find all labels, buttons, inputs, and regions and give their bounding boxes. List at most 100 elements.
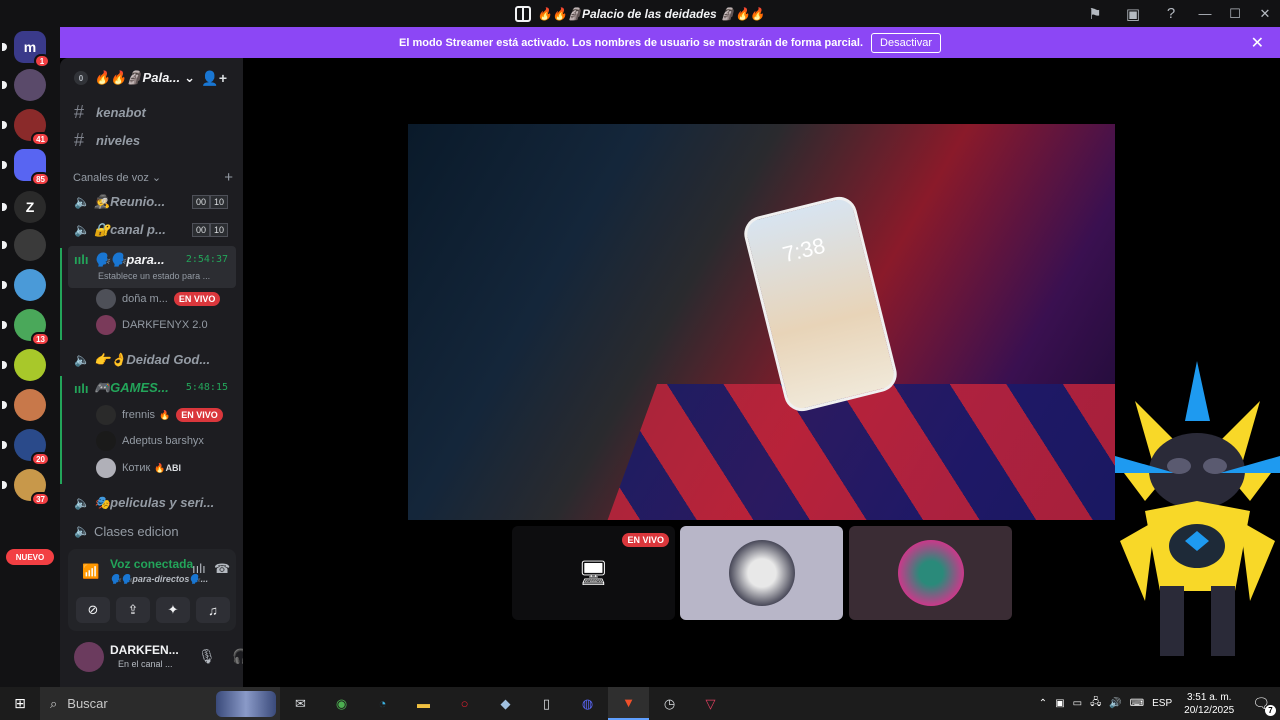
minimize-icon[interactable]: —	[1190, 0, 1220, 27]
notes-icon[interactable]: ◆	[485, 687, 526, 720]
chrome-icon[interactable]: ◉	[321, 687, 362, 720]
screen-share-icon[interactable]: ▣	[1114, 0, 1152, 27]
server-icon[interactable]: 85	[2, 149, 50, 186]
mention-badge: 41	[31, 132, 50, 146]
app-icon[interactable]: ▽	[690, 687, 731, 720]
edge-icon[interactable]: ◔	[362, 687, 403, 720]
hash-icon: #	[74, 101, 85, 122]
server-icon[interactable]	[2, 269, 46, 301]
unread-indicator	[2, 203, 7, 211]
windows-start-icon[interactable]: ⊞	[0, 695, 40, 712]
deactivate-button[interactable]: Desactivar	[871, 32, 941, 53]
stream-thumbnail-user[interactable]	[680, 526, 843, 620]
voice-user[interactable]: Adeptus barshyx	[96, 429, 236, 453]
voice-user[interactable]: frennis 🔥 EN VIVO	[96, 403, 236, 427]
microphone-icon[interactable]: 🎙	[198, 648, 216, 665]
help-icon[interactable]: ?	[1152, 0, 1190, 27]
voice-channel-games[interactable]: ıılı 🎮GAMES... 5:48:15	[68, 374, 236, 402]
channel-name: niveles	[96, 132, 141, 148]
taskbar-search[interactable]: ⌕ Buscar	[40, 687, 280, 720]
user-count: 00	[191, 195, 210, 209]
notification-icon[interactable]: 🗨 7	[1242, 695, 1280, 716]
user-name[interactable]: DARKFEN...	[110, 643, 179, 657]
unread-indicator	[2, 481, 7, 489]
user-limit-badge: 00 10	[191, 195, 228, 209]
unread-indicator	[2, 121, 7, 129]
voice-channel-clases[interactable]: 🔈 Clases edicion	[68, 517, 236, 545]
voice-channel-active[interactable]: ıılı 🗣️🗣️para... 2:54:37 Establece un es…	[68, 246, 236, 288]
server-icon[interactable]: 37	[2, 469, 50, 506]
speedtest-icon[interactable]: ◷	[649, 687, 690, 720]
tray-app-icon[interactable]: ▣	[1051, 698, 1068, 709]
noise-suppression-icon[interactable]: ıılı	[192, 561, 206, 576]
voice-active-icon: ıılı	[74, 252, 89, 267]
server-icon[interactable]	[2, 229, 46, 261]
user-limit-badge: 00 10	[191, 223, 228, 237]
maximize-icon[interactable]: ☐	[1220, 0, 1250, 27]
close-icon[interactable]: ✕	[1250, 0, 1280, 27]
disconnect-icon[interactable]: ☎	[214, 561, 230, 577]
volume-icon[interactable]: 🔊	[1105, 698, 1125, 709]
video-phone: 7:38	[740, 193, 901, 415]
activities-button[interactable]: ✦	[156, 597, 190, 623]
clock-time: 3:51 a. m.	[1186, 691, 1232, 703]
voice-channel-reunion[interactable]: 🔈 🕵️Reunio... 00 10	[68, 188, 236, 216]
server-icon[interactable]	[2, 389, 46, 421]
voice-channel-peliculas[interactable]: 🔈 🎭peliculas y seri...	[68, 489, 236, 517]
screen-share-button[interactable]: ⇪	[116, 597, 150, 623]
voice-status-text[interactable]: Establece un estado para ...	[98, 271, 210, 281]
voice-category-label: Canales de voz	[73, 171, 149, 184]
network-icon[interactable]: 🖧	[1086, 695, 1105, 712]
channel-niveles[interactable]: # niveles	[68, 126, 236, 154]
server-icon[interactable]: m1	[2, 31, 50, 68]
signal-icon[interactable]: 📶	[82, 563, 99, 580]
live-badge: EN VIVO	[622, 533, 669, 547]
mention-badge: 1	[34, 54, 50, 68]
add-channel-icon[interactable]: +	[224, 169, 233, 186]
avatar	[728, 540, 795, 606]
language-indicator[interactable]: ESP	[1148, 698, 1176, 709]
voice-channel-canal[interactable]: 🔈 🔐canal p... 00 10	[68, 216, 236, 244]
add-user-icon[interactable]: 👤+	[201, 70, 227, 87]
file-explorer-icon[interactable]: ▬	[403, 687, 444, 720]
guild-name: 🔥🔥🗿Pala...	[94, 70, 181, 85]
battery-icon[interactable]: ▭	[1069, 698, 1086, 709]
server-icon[interactable]: Z	[2, 191, 46, 223]
voice-user[interactable]: Котик 🔥ABI	[96, 456, 236, 480]
voice-category-header[interactable]: Canales de voz ⌄ +	[73, 169, 233, 186]
guild-header[interactable]: 0 🔥🔥🗿Pala... ⌄ 👤+	[60, 58, 243, 98]
voice-user[interactable]: DARKFENYX 2.0	[96, 313, 236, 337]
keyboard-icon[interactable]: ⌨	[1126, 698, 1148, 709]
camera-off-button[interactable]: ⊘	[76, 597, 110, 623]
stream-video[interactable]: 7:38	[408, 124, 1115, 520]
unread-indicator	[2, 241, 7, 249]
server-icon[interactable]	[2, 69, 46, 101]
video-checker-floor	[598, 384, 1115, 520]
avatar[interactable]	[74, 642, 104, 672]
server-icon[interactable]: 41	[2, 109, 50, 146]
stream-thumbnail-screen[interactable]: 🖥 EN VIVO	[512, 526, 675, 620]
tray-expand-icon[interactable]: ⌃	[1035, 698, 1051, 709]
stream-thumbnail-user[interactable]	[849, 526, 1012, 620]
server-icon[interactable]	[2, 349, 46, 381]
server-icon[interactable]: 13	[2, 309, 50, 346]
server-icon[interactable]: 20	[2, 429, 50, 466]
voice-user[interactable]: doña m... EN VIVO	[96, 287, 236, 311]
unread-indicator	[2, 361, 7, 369]
mail-icon[interactable]: ✉	[280, 687, 321, 720]
voice-connected-status[interactable]: Voz conectada	[110, 557, 193, 571]
opera-icon[interactable]: ○	[444, 687, 485, 720]
document-icon[interactable]: ▯	[526, 687, 567, 720]
channel-kenabot[interactable]: # kenabot	[68, 98, 236, 126]
brave-icon[interactable]: ▼	[608, 687, 649, 720]
voice-channel-name: 👉👌Deidad God...	[94, 352, 211, 367]
soundboard-button[interactable]: ♫	[196, 597, 230, 623]
taskbar-apps: ✉ ◉ ◔ ▬ ○ ◆ ▯ ◍ ▼ ◷ ▽	[280, 687, 731, 720]
new-server-badge[interactable]: NUEVO	[6, 549, 54, 565]
discord-taskbar-icon[interactable]: ◍	[567, 687, 608, 720]
close-banner-icon[interactable]: ✕	[1251, 33, 1264, 53]
inbox-flag-icon[interactable]: ⚑	[1076, 0, 1114, 27]
clock[interactable]: 3:51 a. m. 20/12/2025	[1176, 691, 1242, 717]
voice-channel-deidad[interactable]: 🔈 👉👌Deidad God...	[68, 346, 236, 374]
voice-user-name: DARKFENYX 2.0	[122, 319, 208, 331]
